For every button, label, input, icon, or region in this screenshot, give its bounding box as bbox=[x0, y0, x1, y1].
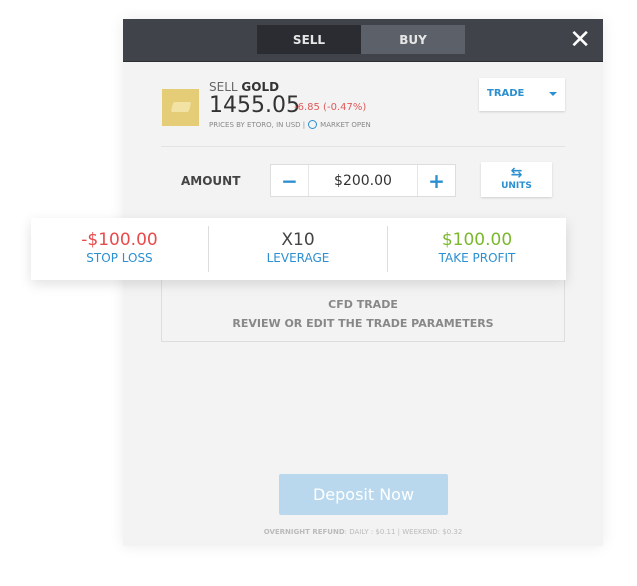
overnight-label: OVERNIGHT REFUND bbox=[263, 528, 345, 536]
leverage-label: LEVERAGE bbox=[266, 251, 330, 265]
units-button[interactable]: ⇆ UNITS bbox=[481, 162, 552, 197]
panel-header: SELL BUY ✕ bbox=[123, 19, 603, 62]
close-icon[interactable]: ✕ bbox=[569, 27, 591, 53]
trade-params-card: -$100.00 STOP LOSS X10 LEVERAGE $100.00 TAK… bbox=[31, 218, 566, 280]
trade-dropdown[interactable]: TRADE bbox=[479, 78, 565, 111]
overnight-refund: OVERNIGHT REFUND: DAILY : $0.11 | WEEKEN… bbox=[123, 528, 603, 536]
divider bbox=[161, 146, 565, 147]
leverage-value: X10 bbox=[281, 230, 315, 250]
units-label: UNITS bbox=[501, 181, 532, 191]
cfd-info[interactable]: CFD TRADE REVIEW OR EDIT THE TRADE PARAME… bbox=[161, 274, 565, 342]
tab-sell[interactable]: SELL bbox=[257, 25, 361, 54]
deposit-now-button[interactable]: Deposit Now bbox=[279, 474, 448, 515]
take-profit-label: TAKE PROFIT bbox=[438, 251, 516, 265]
price: 1455.05 bbox=[209, 93, 300, 118]
tab-buy[interactable]: BUY bbox=[361, 25, 465, 54]
instrument-title: SELL GOLD bbox=[209, 80, 279, 94]
leverage[interactable]: X10 LEVERAGE bbox=[209, 218, 387, 280]
instrument-name: GOLD bbox=[241, 80, 280, 94]
amount-input[interactable]: $200.00 bbox=[308, 165, 418, 196]
amount-stepper: − $200.00 + bbox=[270, 164, 456, 197]
gold-bar-shape bbox=[170, 102, 192, 112]
increase-button[interactable]: + bbox=[418, 165, 455, 196]
amount-label: AMOUNT bbox=[181, 174, 241, 188]
stop-loss[interactable]: -$100.00 STOP LOSS bbox=[31, 218, 208, 280]
take-profit[interactable]: $100.00 TAKE PROFIT bbox=[388, 218, 566, 280]
trade-panel: SELL BUY ✕ SELL GOLD 1455.05 -6.85 (-0.4… bbox=[123, 19, 603, 546]
swap-arrows-icon: ⇆ bbox=[510, 165, 523, 181]
market-status: MARKET OPEN bbox=[320, 120, 371, 129]
overnight-values: : DAILY : $0.11 | WEEKEND: $0.32 bbox=[344, 528, 463, 536]
cfd-title: CFD TRADE bbox=[328, 298, 398, 311]
stop-loss-label: STOP LOSS bbox=[86, 251, 153, 265]
take-profit-value: $100.00 bbox=[441, 230, 513, 250]
caret-down-icon bbox=[549, 92, 557, 100]
trade-dropdown-label: TRADE bbox=[487, 88, 525, 99]
price-change: -6.85 (-0.47%) bbox=[294, 102, 367, 113]
decrease-button[interactable]: − bbox=[271, 165, 308, 196]
source-text: PRICES BY ETORO, IN USD | bbox=[209, 120, 306, 129]
stop-loss-value: -$100.00 bbox=[81, 230, 158, 250]
clock-icon bbox=[308, 120, 318, 129]
action-label: SELL bbox=[209, 80, 238, 94]
price-source: PRICES BY ETORO, IN USD | MARKET OPEN bbox=[209, 120, 371, 129]
cfd-subtitle: REVIEW OR EDIT THE TRADE PARAMETERS bbox=[232, 317, 494, 330]
